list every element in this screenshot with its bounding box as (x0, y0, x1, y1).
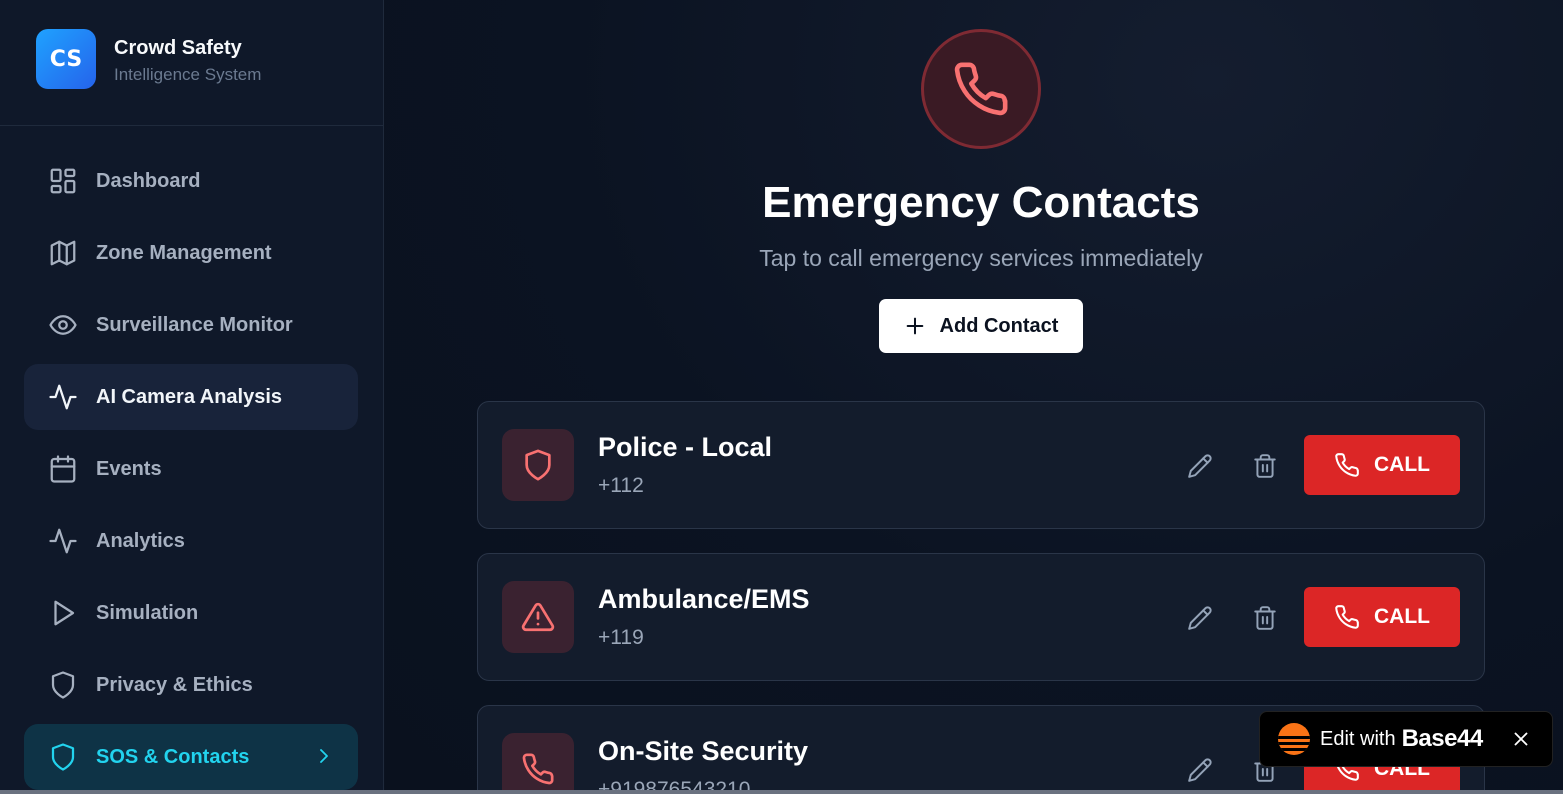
activity-icon (49, 528, 77, 554)
shield-icon (51, 743, 75, 771)
phone-icon (954, 62, 1008, 116)
eye-icon (49, 315, 77, 335)
contact-icon-badge (502, 733, 574, 794)
add-contact-button[interactable]: Add Contact (879, 299, 1083, 353)
sidebar-item-dashboard[interactable]: Dashboard (24, 148, 358, 214)
call-button[interactable]: CALL (1304, 435, 1460, 495)
sidebar-item-label: Analytics (96, 529, 185, 552)
app-title: Crowd Safety (114, 37, 242, 59)
close-icon[interactable] (1510, 728, 1532, 750)
contact-icon-badge (502, 429, 574, 501)
add-contact-label: Add Contact (939, 314, 1059, 337)
shield-icon (525, 449, 551, 481)
main-content: Emergency Contacts Tap to call emergency… (385, 0, 1563, 794)
contact-card: Ambulance/EMS +119 CALL (477, 553, 1485, 681)
edit-with-base44-badge[interactable]: Edit with Base44 (1259, 711, 1553, 767)
phone-icon (1335, 453, 1359, 477)
plus-icon (906, 317, 923, 335)
sidebar-item-analytics[interactable]: Analytics (24, 508, 358, 574)
app-subtitle: Intelligence System (114, 65, 262, 84)
sidebar-item-ai-camera-analysis[interactable]: AI Camera Analysis (24, 364, 358, 430)
hero-phone-badge (921, 29, 1041, 149)
pencil-icon (1188, 606, 1212, 630)
pencil-icon (1188, 758, 1212, 782)
sidebar-item-label: Privacy & Ethics (96, 673, 253, 696)
sidebar-item-privacy-ethics[interactable]: Privacy & Ethics (24, 652, 358, 718)
call-label: CALL (1374, 453, 1430, 476)
badge-brand: Base44 (1401, 725, 1484, 752)
activity-icon (49, 384, 77, 410)
sidebar-item-surveillance-monitor[interactable]: Surveillance Monitor (24, 292, 358, 358)
sidebar: CS Crowd Safety Intelligence System Dash… (0, 0, 384, 794)
sidebar-item-label: Events (96, 457, 162, 480)
base44-logo-icon (1278, 723, 1310, 755)
sidebar-item-label: SOS & Contacts (96, 745, 250, 768)
calendar-icon (50, 455, 76, 483)
delete-contact-button[interactable] (1249, 450, 1281, 482)
edit-contact-button[interactable] (1184, 602, 1216, 634)
brand-header: CS Crowd Safety Intelligence System (0, 0, 383, 126)
play-icon (54, 600, 75, 626)
page-subtitle: Tap to call emergency services immediate… (759, 245, 1203, 271)
sidebar-item-label: AI Camera Analysis (96, 385, 283, 408)
sidebar-item-sos-contacts[interactable]: SOS & Contacts (24, 724, 358, 790)
bottom-scrollbar (0, 790, 1563, 794)
chevron-right-icon (320, 749, 328, 763)
alert-triangle-icon (521, 602, 555, 632)
sidebar-item-events[interactable]: Events (24, 436, 358, 502)
delete-contact-button[interactable] (1249, 602, 1281, 634)
sidebar-item-simulation[interactable]: Simulation (24, 580, 358, 646)
call-button[interactable]: CALL (1304, 587, 1460, 647)
dashboard-icon (50, 168, 76, 194)
sidebar-item-zone-management[interactable]: Zone Management (24, 220, 358, 286)
trash-icon (1254, 454, 1276, 478)
contact-phone: +112 (598, 474, 644, 497)
trash-icon (1254, 606, 1276, 630)
badge-text: Edit with (1320, 727, 1396, 750)
contact-name: On-Site Security (598, 736, 809, 766)
sidebar-item-label: Zone Management (96, 241, 272, 264)
sidebar-item-label: Simulation (96, 601, 199, 624)
sidebar-nav: Dashboard Zone Management Surveillance M… (0, 126, 383, 790)
contact-icon-badge (502, 581, 574, 653)
contact-phone: +119 (598, 626, 644, 649)
call-label: CALL (1374, 605, 1430, 628)
shield-icon (51, 671, 75, 699)
phone-icon (1335, 605, 1359, 629)
contact-name: Police - Local (598, 432, 773, 462)
phone-icon (522, 753, 554, 785)
map-icon (50, 240, 76, 266)
sidebar-item-label: Dashboard (96, 169, 201, 192)
app-logo[interactable]: CS (36, 29, 96, 89)
sidebar-item-label: Surveillance Monitor (96, 313, 293, 336)
contact-card: Police - Local +112 CALL (477, 401, 1485, 529)
edit-contact-button[interactable] (1184, 754, 1216, 786)
page-title: Emergency Contacts (762, 178, 1200, 227)
pencil-icon (1188, 454, 1212, 478)
edit-contact-button[interactable] (1184, 450, 1216, 482)
contact-name: Ambulance/EMS (598, 584, 810, 614)
brand-text: Crowd Safety Intelligence System (114, 37, 261, 85)
